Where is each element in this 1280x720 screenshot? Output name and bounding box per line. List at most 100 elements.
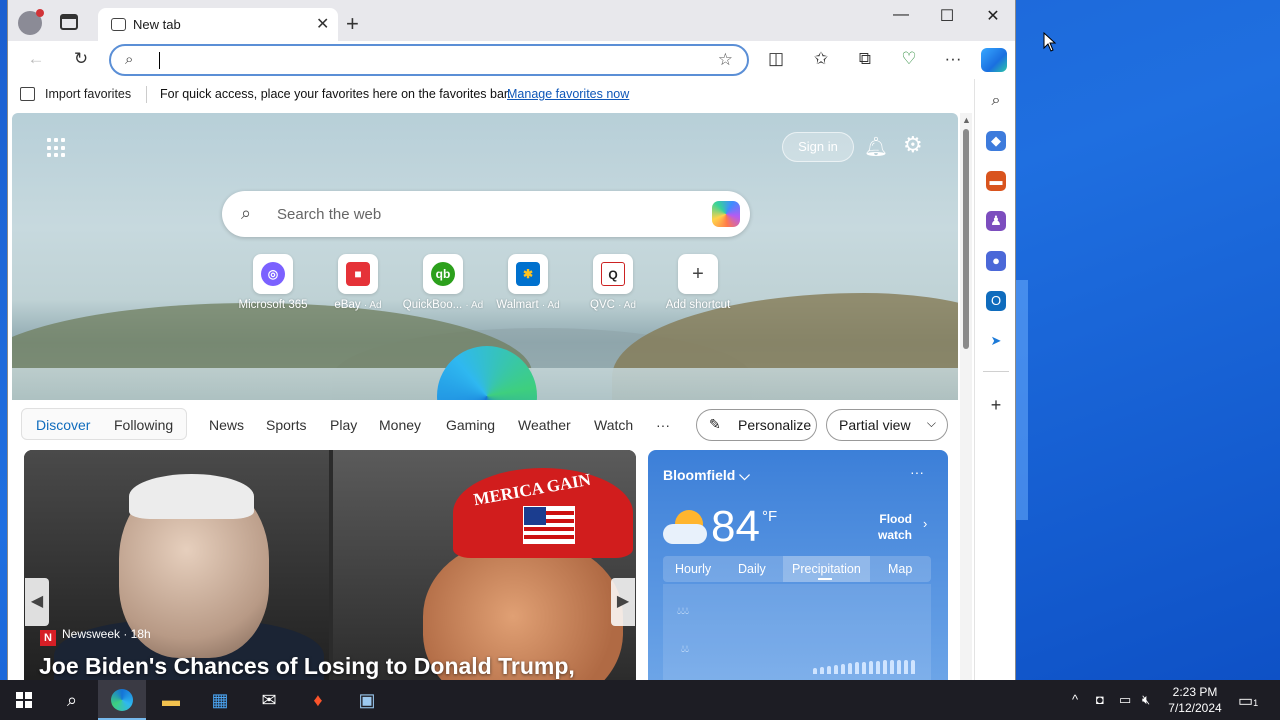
taskbar-edge-icon[interactable]: [98, 680, 146, 720]
flood-watch-alert[interactable]: Flood watch: [878, 511, 912, 543]
shortcut-quickbooks[interactable]: qb QuickBoo... · Ad: [398, 254, 488, 311]
import-favorites-button[interactable]: Import favorites: [45, 87, 131, 101]
temperature-unit[interactable]: °F: [762, 508, 777, 525]
quickbooks-icon: qb: [431, 262, 455, 286]
tab-weather[interactable]: Weather: [518, 417, 571, 433]
sidebar-search-icon[interactable]: ⌕: [986, 91, 1006, 111]
page-scrollbar[interactable]: ▲: [960, 113, 972, 680]
precipitation-chart: 💧︎💧︎💧︎ 💧︎💧︎ 💧︎: [663, 584, 931, 680]
partial-view-dropdown[interactable]: Partial view ⌵: [826, 409, 948, 441]
start-button[interactable]: [0, 680, 48, 720]
mail-icon[interactable]: ✉: [245, 680, 293, 720]
favorites-bar-message: For quick access, place your favorites h…: [160, 87, 511, 101]
file-explorer-icon[interactable]: ▬: [147, 680, 195, 720]
clock[interactable]: 2:23 PM 7/12/2024: [1162, 684, 1228, 716]
close-window-button[interactable]: ✕: [973, 6, 1013, 26]
tab-new-tab[interactable]: New tab ✕: [98, 8, 338, 41]
newtab-page-icon: [111, 18, 126, 31]
microsoft365-sidebar-icon[interactable]: ●: [986, 251, 1006, 271]
page-settings-gear-icon[interactable]: ⚙: [903, 132, 923, 158]
close-tab-icon[interactable]: ✕: [316, 14, 329, 34]
tab-money[interactable]: Money: [379, 417, 421, 433]
carousel-prev-button[interactable]: ◀: [25, 578, 49, 626]
tab-gaming[interactable]: Gaming: [446, 417, 495, 433]
volume-muted-icon[interactable]: 🔇︎: [1142, 692, 1150, 708]
text-caret: [159, 52, 160, 69]
search-placeholder: Search the web: [277, 206, 382, 223]
weather-tab-hourly[interactable]: Hourly: [675, 562, 711, 576]
shortcut-add[interactable]: + Add shortcut: [653, 254, 743, 311]
taskbar: ⌕ ▬ ▦ ✉ ♦ ▣ ^ ◘ ▭ 🔇︎ 2:23 PM 7/12/2024 ▭…: [0, 680, 1280, 720]
search-icon: ⌕: [125, 51, 134, 68]
walmart-icon: ✱: [516, 262, 540, 286]
add-favorite-icon[interactable]: ☆: [718, 50, 733, 70]
notification-center-icon[interactable]: ▭1: [1238, 691, 1258, 711]
microsoft-store-icon[interactable]: ▦: [196, 680, 244, 720]
heavy-rain-icon: 💧︎💧︎💧︎: [677, 606, 689, 617]
collections-icon[interactable]: ⧉: [853, 49, 877, 69]
games-icon[interactable]: ♟: [986, 211, 1006, 231]
divider: [146, 86, 147, 103]
weather-card[interactable]: Bloomfield ⌵ ··· 84 °F Flood watch › Hour…: [648, 450, 948, 680]
clock-time: 2:23 PM: [1172, 685, 1218, 699]
split-screen-icon[interactable]: ◫: [764, 49, 788, 69]
tab-following[interactable]: Following: [114, 417, 173, 433]
personalize-button[interactable]: ✎ Personalize: [696, 409, 817, 441]
partly-cloudy-icon: [663, 510, 707, 544]
weather-tab-map[interactable]: Map: [888, 562, 912, 576]
new-tab-button[interactable]: +: [346, 11, 359, 37]
tab-sports[interactable]: Sports: [266, 417, 306, 433]
refresh-icon[interactable]: ↻: [69, 49, 93, 69]
weather-tab-daily[interactable]: Daily: [738, 562, 766, 576]
scroll-thumb[interactable]: [963, 129, 969, 349]
web-search-box[interactable]: ⌕ Search the web: [222, 191, 750, 237]
scroll-up-icon[interactable]: ▲: [962, 115, 971, 125]
shopping-tag-icon[interactable]: ◆: [986, 131, 1006, 151]
windows-logo-icon: [16, 692, 32, 708]
weather-more-icon[interactable]: ···: [910, 464, 924, 480]
tab-news[interactable]: News: [209, 417, 244, 433]
favorites-icon[interactable]: ✩: [809, 49, 833, 69]
news-card[interactable]: MERICA GAIN ◀ ▶ N Newsweek · 18h Joe Bide…: [24, 450, 636, 680]
app-launcher-icon[interactable]: [47, 138, 67, 158]
outlook-icon[interactable]: O: [986, 291, 1006, 311]
tab-watch[interactable]: Watch: [594, 417, 633, 433]
notifications-bell-icon[interactable]: 🔔︎: [864, 135, 888, 159]
taskbar-search-icon[interactable]: ⌕: [48, 680, 96, 720]
chevron-down-icon: ⌵: [926, 416, 936, 430]
drop-send-icon[interactable]: ➤: [986, 331, 1006, 351]
device-icon[interactable]: ◘: [1096, 692, 1104, 707]
tools-icon[interactable]: ▬: [986, 171, 1006, 191]
network-icon[interactable]: ▭: [1119, 692, 1131, 708]
copilot-icon[interactable]: [981, 48, 1007, 72]
shortcut-walmart[interactable]: ✱ Walmart · Ad: [483, 254, 573, 311]
search-icon: ⌕: [241, 203, 252, 223]
plus-icon: +: [692, 263, 704, 285]
favorites-bar: Import favorites For quick access, place…: [8, 79, 968, 111]
app-window-icon[interactable]: ▣: [343, 680, 391, 720]
news-photo-right: MERICA GAIN: [333, 450, 636, 680]
brave-browser-icon[interactable]: ♦: [294, 680, 342, 720]
address-bar[interactable]: ⌕ ☆: [109, 44, 749, 76]
maximize-button[interactable]: ☐: [927, 6, 967, 26]
profile-avatar[interactable]: [18, 9, 44, 35]
more-tabs-icon[interactable]: ···: [656, 417, 670, 433]
tab-play[interactable]: Play: [330, 417, 357, 433]
shortcut-qvc[interactable]: Q QVC · Ad: [568, 254, 658, 311]
back-icon[interactable]: ←: [24, 49, 48, 69]
more-menu-icon[interactable]: ···: [941, 49, 965, 69]
minimize-button[interactable]: —: [881, 6, 921, 24]
sign-in-button[interactable]: Sign in: [782, 132, 854, 162]
manage-favorites-link[interactable]: Manage favorites now: [507, 87, 629, 101]
show-hidden-icons-chevron[interactable]: ^: [1072, 692, 1078, 707]
shortcut-microsoft-365[interactable]: ◎ Microsoft 365: [228, 254, 318, 311]
copilot-search-icon[interactable]: [712, 201, 740, 227]
tab-actions-icon[interactable]: [60, 14, 78, 30]
shortcut-ebay[interactable]: ■ eBay · Ad: [313, 254, 403, 311]
tab-discover[interactable]: Discover: [36, 417, 90, 433]
news-headline[interactable]: Joe Biden's Chances of Losing to Donald …: [39, 652, 629, 680]
weather-location[interactable]: Bloomfield ⌵: [663, 467, 750, 484]
browser-essentials-icon[interactable]: ♡: [897, 49, 921, 69]
carousel-next-button[interactable]: ▶: [611, 578, 635, 626]
add-sidebar-app-icon[interactable]: +: [986, 395, 1006, 415]
